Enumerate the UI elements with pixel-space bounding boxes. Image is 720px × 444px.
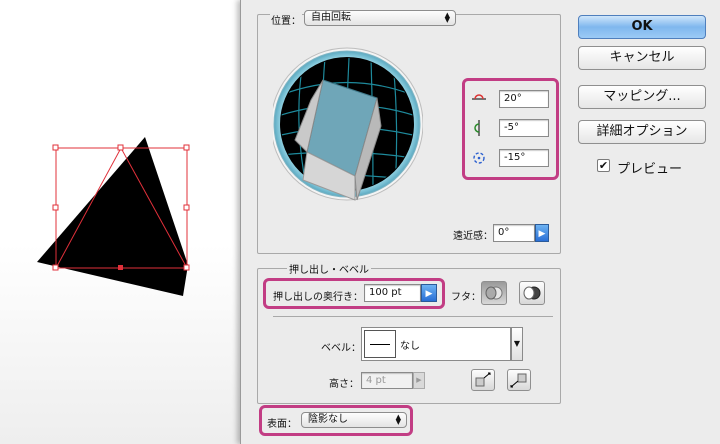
surface-label: 表面： — [267, 419, 297, 430]
popup-arrows-icon: ▲ ▼ — [395, 413, 401, 426]
rotation-track-cube[interactable] — [273, 40, 423, 208]
ok-button[interactable]: OK — [578, 15, 706, 39]
perspective-field[interactable]: 0° — [493, 224, 535, 242]
x-axis-rotation-icon — [472, 94, 486, 100]
perspective-arrow-button[interactable]: ▶ — [535, 224, 549, 242]
extrude-depth-arrow-button[interactable]: ▶ — [421, 284, 437, 302]
y-rotation-field[interactable]: -5° — [499, 119, 549, 137]
height-arrow-button[interactable]: ▶ — [413, 372, 425, 389]
bevel-in-button[interactable] — [507, 369, 531, 391]
position-label: 位置： — [270, 12, 302, 27]
bevel-label: ベベル： — [321, 343, 361, 354]
bevel-dropdown-arrow[interactable]: ▼ — [511, 327, 523, 361]
cap-label: フタ： — [451, 292, 481, 303]
cap-off-button[interactable] — [519, 281, 545, 305]
z-axis-rotation-icon — [473, 152, 485, 164]
bevel-select[interactable]: なし — [361, 327, 511, 361]
preview-checkbox[interactable]: ✔ — [597, 159, 610, 172]
bevel-preview — [364, 330, 396, 358]
bevel-in-icon — [510, 373, 527, 388]
perspective-label: 遠近感： — [453, 231, 493, 242]
surface-value: 陰影なし — [308, 414, 348, 425]
cap-on-icon — [485, 286, 503, 300]
cap-off-icon — [523, 286, 541, 300]
artboard-canvas[interactable] — [0, 0, 240, 444]
extrude-depth-field[interactable]: 100 pt — [364, 284, 421, 302]
extrude-depth-label: 押し出しの奥行き： — [273, 292, 363, 303]
bevel-out-button[interactable] — [471, 369, 495, 391]
mapping-button[interactable]: マッピング... — [578, 85, 706, 109]
popup-arrows-icon: ▲ ▼ — [444, 11, 450, 24]
position-value: 自由回転 — [311, 12, 351, 23]
bevel-out-icon — [475, 372, 491, 387]
x-rotation-field[interactable]: 20° — [499, 90, 549, 108]
more-options-button[interactable]: 詳細オプション — [578, 120, 706, 144]
position-popup[interactable]: 自由回転 ▲ ▼ — [304, 10, 456, 26]
bevel-value: なし — [400, 341, 420, 352]
height-field[interactable]: 4 pt — [361, 372, 413, 389]
selected-object[interactable] — [0, 0, 240, 444]
y-axis-rotation-icon — [474, 120, 480, 136]
cancel-button[interactable]: キャンセル — [578, 46, 706, 70]
extrude-bevel-title: 押し出し・ベベル — [287, 261, 371, 276]
z-rotation-field[interactable]: -15° — [499, 149, 549, 167]
divider — [273, 316, 553, 317]
height-label: 高さ： — [329, 379, 359, 390]
rotation-axis-icons — [472, 94, 486, 164]
bevel-line — [370, 344, 390, 345]
surface-popup[interactable]: 陰影なし ▲ ▼ — [301, 412, 407, 428]
cap-on-button[interactable] — [481, 281, 507, 305]
3d-options-dialog: 位置： 自由回転 ▲ ▼ 20° -5° -15° 遠近感： 0° ▶ 押し出し… — [240, 0, 720, 444]
preview-label: プレビュー — [617, 162, 683, 177]
